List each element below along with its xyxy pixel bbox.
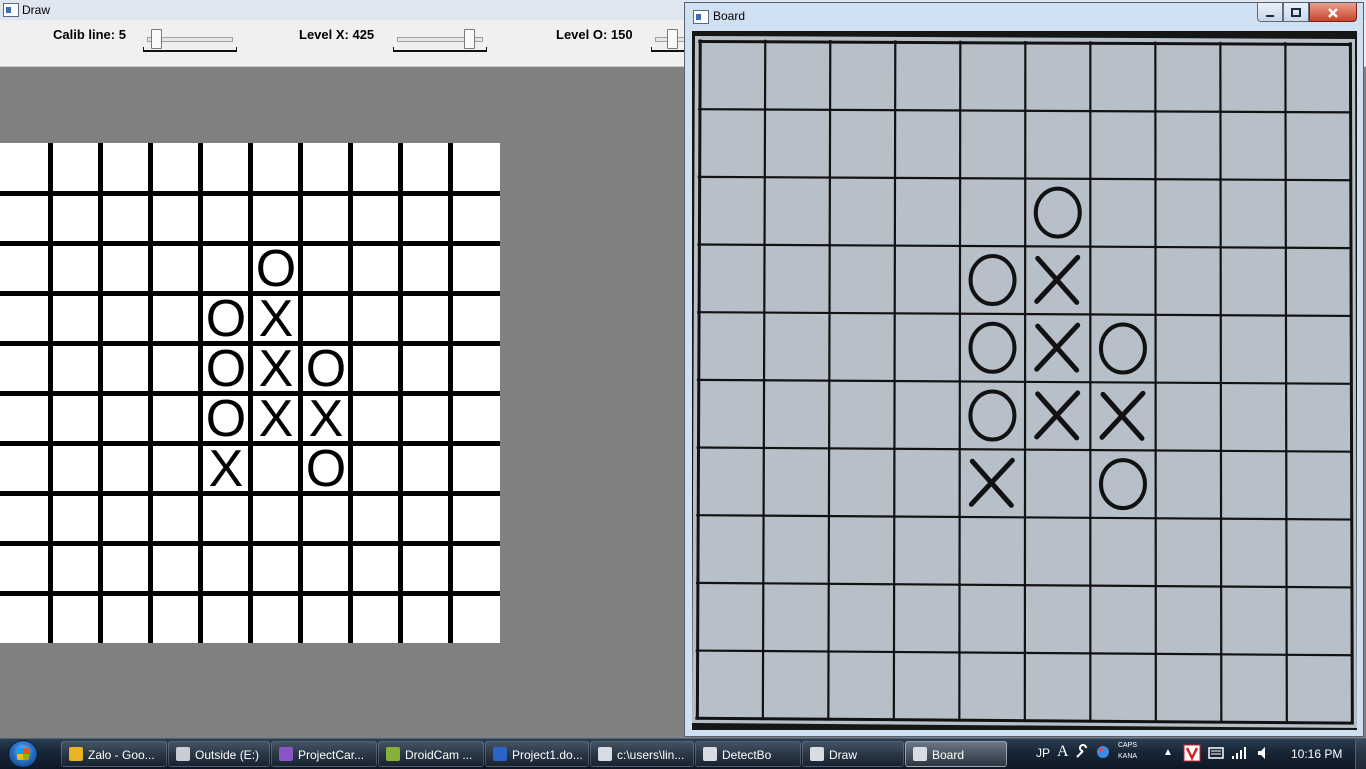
keyboard-icon[interactable]: [1208, 745, 1224, 761]
network-signal-icon[interactable]: [1231, 745, 1247, 761]
taskbar-button[interactable]: ProjectCar...: [271, 741, 377, 767]
x-mark: X: [251, 294, 301, 344]
o-mark: O: [301, 344, 351, 394]
slider-ticks: [143, 50, 237, 52]
taskbar-button-label: Project1.do...: [512, 748, 583, 762]
board-grid-line: [0, 241, 500, 246]
language-indicator[interactable]: JP: [1036, 746, 1050, 760]
level-x-label: Level X: 425: [299, 27, 374, 42]
x-mark: X: [201, 444, 251, 494]
clock[interactable]: 10:16 PM: [1291, 747, 1342, 761]
drive-icon: [176, 747, 190, 761]
word-icon: [493, 747, 507, 761]
taskbar-button[interactable]: Board: [905, 741, 1007, 767]
x-mark: X: [301, 394, 351, 444]
window-app-icon: [693, 10, 709, 24]
slider-thumb[interactable]: [151, 29, 162, 49]
maximize-button[interactable]: [1283, 3, 1309, 22]
visual-studio-icon: [279, 747, 293, 761]
maximize-icon: [1290, 7, 1302, 19]
o-mark: O: [201, 344, 251, 394]
camera-board-photo: [692, 31, 1357, 730]
digital-board: OOXOXOOXXXO: [0, 143, 500, 643]
antivirus-icon[interactable]: [1183, 744, 1201, 762]
show-desktop-button[interactable]: [1355, 739, 1366, 769]
slider-thumb[interactable]: [667, 29, 678, 49]
start-button[interactable]: [8, 740, 38, 768]
taskbar-button-label: DroidCam ...: [405, 748, 472, 762]
taskbar: Zalo - Goo... Outside (E:) ProjectCar... Dr…: [0, 738, 1366, 769]
taskbar-button[interactable]: Outside (E:): [168, 741, 270, 767]
slider-ticks: [393, 50, 487, 52]
taskbar-button[interactable]: DetectBo: [695, 741, 801, 767]
ime-mode-indicator[interactable]: A: [1057, 743, 1069, 761]
caps-indicator[interactable]: CAPS: [1118, 741, 1137, 750]
slider-thumb[interactable]: [464, 29, 475, 49]
console-icon: [598, 747, 612, 761]
taskbar-button-label: Draw: [829, 748, 857, 762]
window-app-icon: [3, 3, 19, 17]
level-x-slider[interactable]: [393, 28, 487, 68]
board-grid-line: [0, 191, 500, 196]
level-o-label: Level O: 150: [556, 27, 633, 42]
ime-pad-icon[interactable]: [1095, 744, 1111, 760]
taskbar-button-label: DetectBo: [722, 748, 771, 762]
close-button[interactable]: [1309, 3, 1357, 22]
x-mark: X: [251, 344, 301, 394]
taskbar-button-label: Zalo - Goo...: [88, 748, 155, 762]
taskbar-button[interactable]: Draw: [802, 741, 904, 767]
board-titlebar[interactable]: Board: [685, 3, 1363, 29]
o-mark: O: [201, 294, 251, 344]
draw-window-title: Draw: [22, 3, 50, 17]
taskbar-button[interactable]: DroidCam ...: [378, 741, 484, 767]
taskbar-button[interactable]: Project1.do...: [485, 741, 589, 767]
windows-start-icon: [17, 748, 29, 760]
chrome-icon: [69, 747, 83, 761]
taskbar-button[interactable]: c:\users\lin...: [590, 741, 694, 767]
show-hidden-icons-button[interactable]: ▲: [1163, 747, 1173, 758]
window-icon: [810, 747, 824, 761]
calib-line-slider[interactable]: [143, 28, 237, 68]
wrench-icon[interactable]: [1074, 744, 1090, 760]
camera-view: [692, 31, 1357, 730]
window-icon: [913, 747, 927, 761]
taskbar-button-label: ProjectCar...: [298, 748, 364, 762]
board-grid-line: [0, 591, 500, 596]
minimize-icon: [1264, 7, 1276, 19]
taskbar-button-label: c:\users\lin...: [617, 748, 684, 762]
taskbar-button-label: Board: [932, 748, 964, 762]
o-mark: O: [201, 394, 251, 444]
board-window-title: Board: [713, 9, 745, 23]
calib-line-label: Calib line: 5: [53, 27, 126, 42]
kana-indicator[interactable]: KANA: [1118, 752, 1137, 761]
x-mark: X: [251, 394, 301, 444]
taskbar-button[interactable]: Zalo - Goo...: [61, 741, 167, 767]
close-icon: [1327, 7, 1339, 19]
o-mark: O: [301, 444, 351, 494]
taskbar-button-label: Outside (E:): [195, 748, 259, 762]
o-mark: O: [251, 244, 301, 294]
volume-icon[interactable]: [1256, 745, 1272, 761]
minimize-button[interactable]: [1257, 3, 1283, 22]
window-icon: [703, 747, 717, 761]
board-window: Board: [684, 2, 1364, 737]
droidcam-icon: [386, 747, 400, 761]
board-grid-line: [0, 541, 500, 546]
